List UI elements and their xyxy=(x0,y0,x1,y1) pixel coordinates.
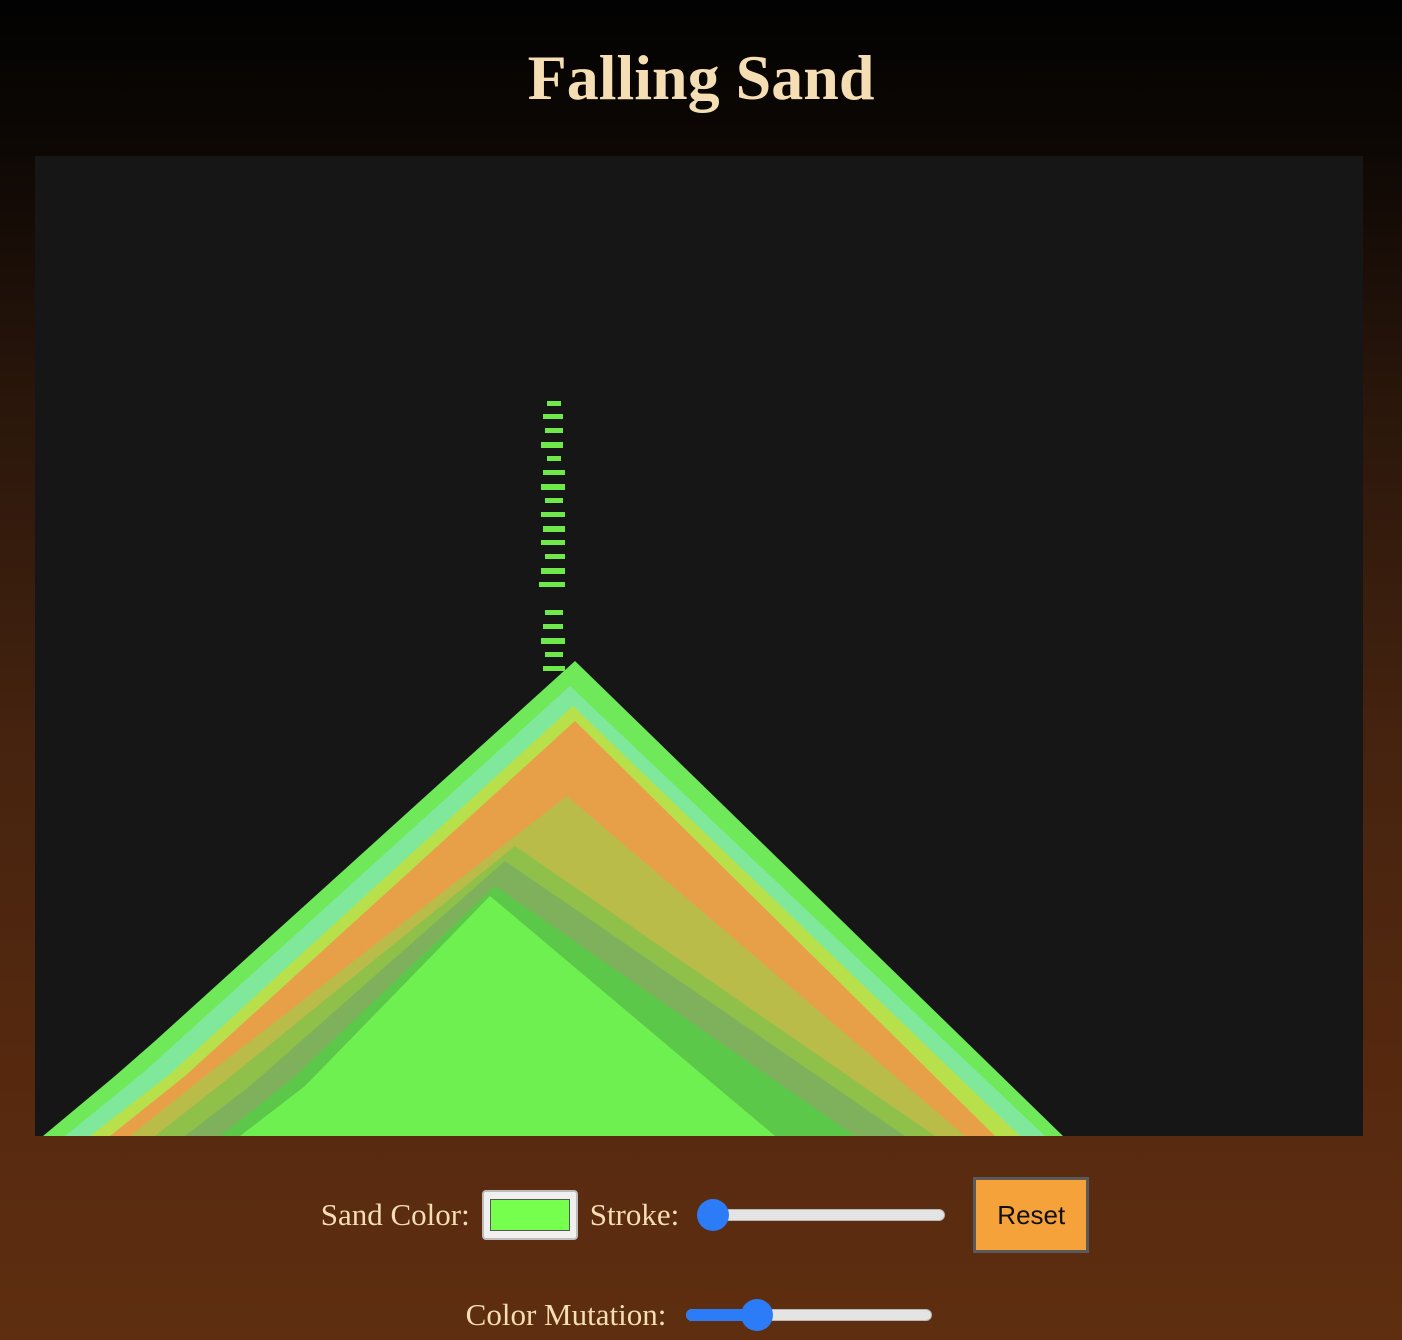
sand-color-label: Sand Color: xyxy=(320,1197,470,1232)
sand-color-swatch xyxy=(489,1199,570,1231)
color-mutation-slider[interactable] xyxy=(684,1298,934,1332)
color-mutation-label: Color Mutation: xyxy=(465,1297,667,1332)
reset-button[interactable]: Reset xyxy=(973,1177,1090,1253)
page-title: Falling Sand xyxy=(527,42,875,113)
stroke-slider-thumb[interactable] xyxy=(697,1199,730,1231)
sand-color-picker[interactable] xyxy=(481,1190,578,1240)
sand-canvas[interactable] xyxy=(35,156,1363,1136)
controls-row-primary: Sand Color: Stroke: Reset xyxy=(0,1176,1402,1254)
color-mutation-slider-thumb[interactable] xyxy=(741,1299,774,1331)
stroke-slider-track xyxy=(699,1209,946,1221)
stroke-slider[interactable] xyxy=(697,1198,947,1232)
controls-row-secondary: Color Mutation: xyxy=(0,1290,1402,1340)
stroke-label: Stroke: xyxy=(589,1197,680,1232)
